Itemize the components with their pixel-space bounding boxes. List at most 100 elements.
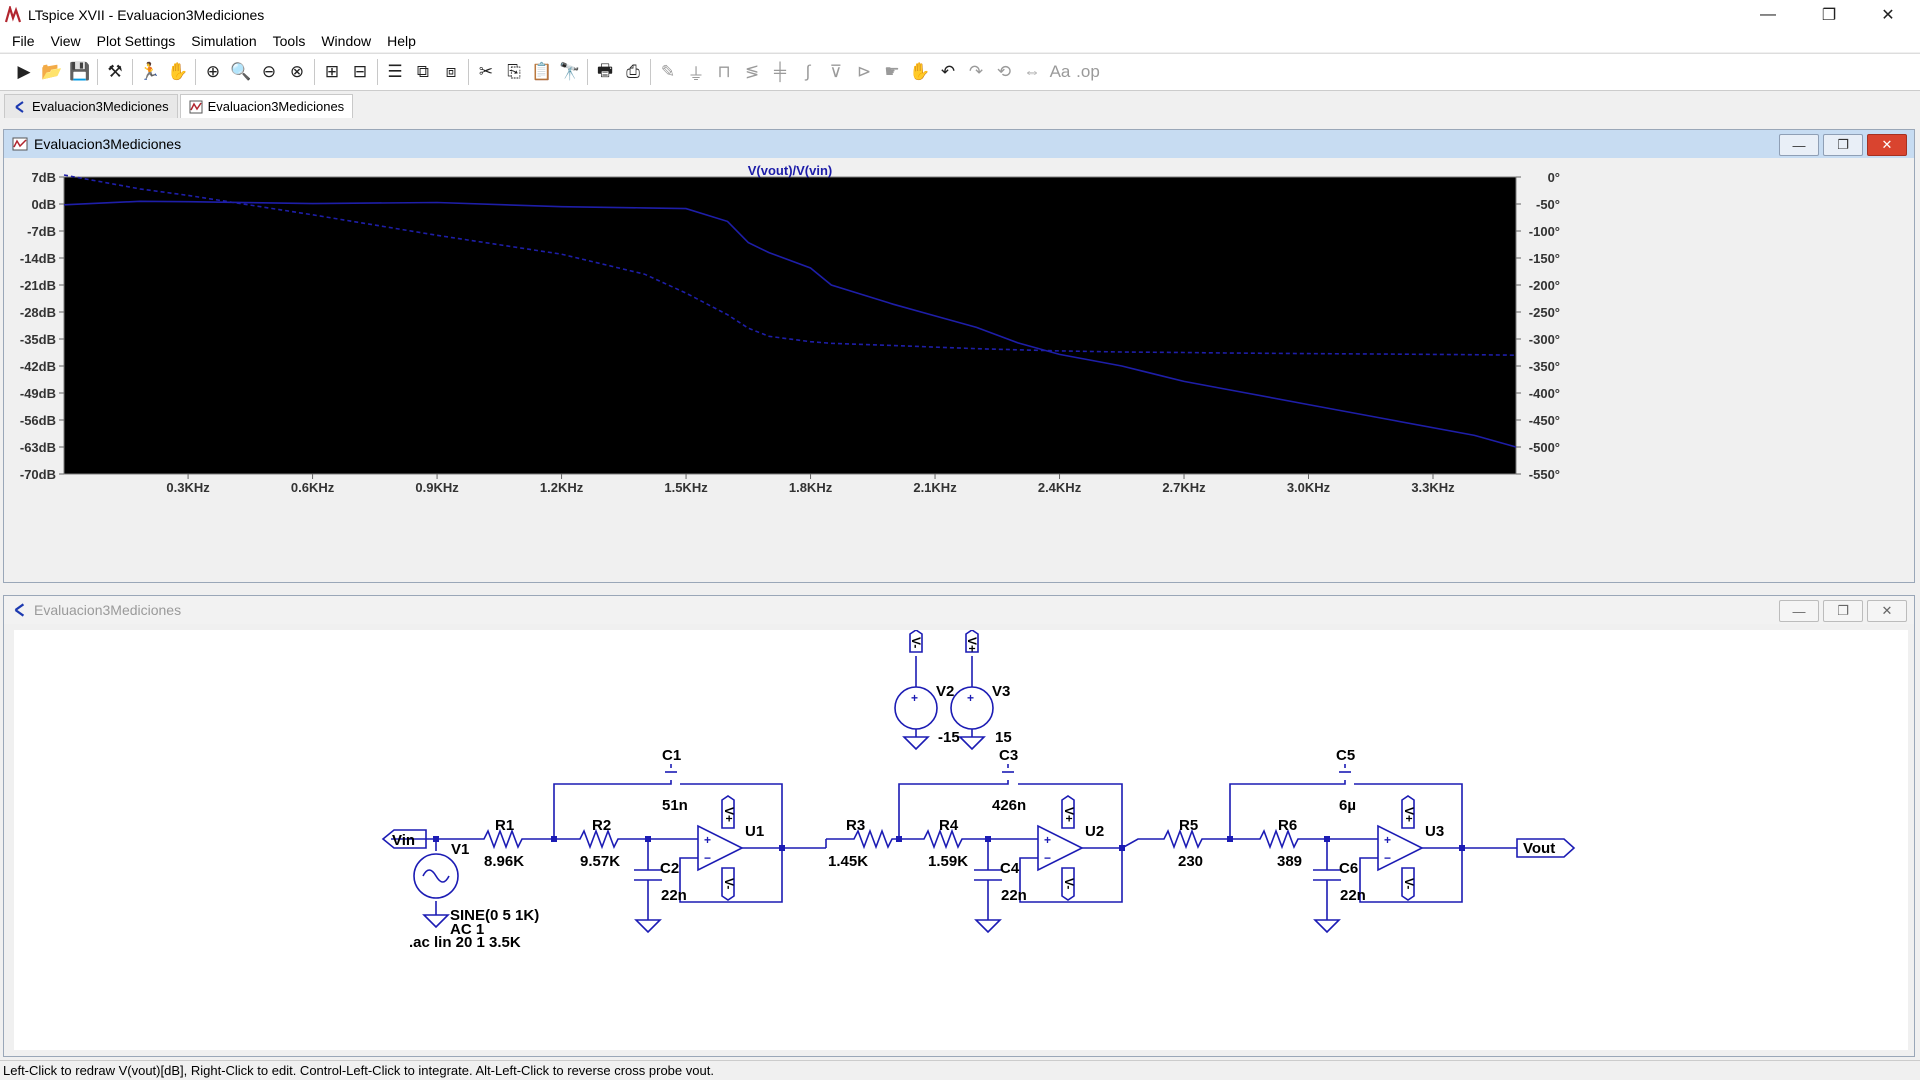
label-vin: Vin bbox=[392, 832, 415, 849]
y-left-tick-label: 7dB bbox=[31, 170, 56, 185]
halt-icon[interactable]: ✋ bbox=[164, 58, 192, 86]
y-right-tick-label: -450° bbox=[1529, 413, 1560, 428]
u2-vminus-label: V- bbox=[1062, 878, 1076, 889]
minimize-button[interactable]: — bbox=[1745, 0, 1791, 30]
plot-restore-button[interactable]: ❐ bbox=[1823, 134, 1863, 156]
rotate-icon[interactable]: ⟲ bbox=[990, 58, 1018, 86]
r3-value: 1.45K bbox=[828, 853, 868, 870]
r2-value: 9.57K bbox=[580, 853, 620, 870]
schematic-close-button[interactable]: ✕ bbox=[1867, 600, 1907, 622]
y-right-tick-label: -550° bbox=[1529, 467, 1560, 482]
r6-name: R6 bbox=[1278, 817, 1297, 834]
r3-name: R3 bbox=[846, 817, 865, 834]
bode-plot[interactable]: 0.3KHz 0.6KHz 0.9KHz 1.2KHz 1.5KHz 1.8KHz 2.1K… bbox=[8, 162, 1910, 580]
save-icon[interactable]: 💾 bbox=[66, 58, 94, 86]
run-icon[interactable]: 🏃 bbox=[136, 58, 164, 86]
tile-vertical-icon[interactable]: ⧈ bbox=[437, 58, 465, 86]
toolbar: ▶ 📂 💾 ⚒ 🏃 ✋ ⊕ 🔍 ⊖ ⊗ ⊞ ⊟ ☰ ⧉ ⧈ ✂ ⎘ 📋 🔭 🖶 … bbox=[0, 53, 1920, 91]
zoom-in-icon[interactable]: ⊕ bbox=[199, 58, 227, 86]
y-left-tick-label: -35dB bbox=[20, 332, 56, 347]
y-left-tick-label: -14dB bbox=[20, 251, 56, 266]
open-folder-icon[interactable]: 📂 bbox=[38, 58, 66, 86]
y-right-tick-label: 0° bbox=[1548, 170, 1560, 185]
print-icon[interactable]: 🖶 bbox=[591, 58, 619, 86]
zoom-out-icon[interactable]: ⊖ bbox=[255, 58, 283, 86]
r2-name: R2 bbox=[592, 817, 611, 834]
waveform-icon bbox=[189, 100, 203, 113]
menu-window[interactable]: Window bbox=[313, 33, 379, 49]
move-icon[interactable]: ☛ bbox=[878, 58, 906, 86]
wire-icon[interactable]: ✎ bbox=[654, 58, 682, 86]
component-icon[interactable]: ⊳ bbox=[850, 58, 878, 86]
plot-minimize-button[interactable]: — bbox=[1779, 134, 1819, 156]
y-right-tick-label: -400° bbox=[1529, 386, 1560, 401]
capacitor-icon[interactable]: ╪ bbox=[766, 58, 794, 86]
restore-button[interactable]: ❐ bbox=[1806, 0, 1852, 30]
schematic-restore-button[interactable]: ❐ bbox=[1823, 600, 1863, 622]
menu-help[interactable]: Help bbox=[379, 33, 424, 49]
zoom-pan-icon[interactable]: 🔍 bbox=[227, 58, 255, 86]
c2-value: 22n bbox=[661, 887, 687, 904]
cascade-icon[interactable]: ⧉ bbox=[409, 58, 437, 86]
redo-icon[interactable]: ↷ bbox=[962, 58, 990, 86]
tab-waveform[interactable]: Evaluacion3Mediciones bbox=[179, 94, 354, 118]
undo-icon[interactable]: ↶ bbox=[934, 58, 962, 86]
control-panel-icon[interactable]: ⚒ bbox=[101, 58, 129, 86]
resistor-icon[interactable]: ≶ bbox=[738, 58, 766, 86]
copy-icon[interactable]: ⎘ bbox=[500, 58, 528, 86]
c5-value: 6µ bbox=[1339, 797, 1356, 814]
menu-simulation[interactable]: Simulation bbox=[183, 33, 264, 49]
y-left-tick-label: -63dB bbox=[20, 440, 56, 455]
sine-symbol bbox=[422, 869, 450, 883]
plot-window-titlebar[interactable]: Evaluacion3Mediciones bbox=[4, 130, 1914, 158]
r4-name: R4 bbox=[939, 817, 959, 834]
y-right-tick-label: -250° bbox=[1529, 305, 1560, 320]
mirror-icon[interactable]: ⇔ bbox=[1018, 58, 1046, 86]
c1-value: 51n bbox=[662, 797, 688, 814]
tab-schematic[interactable]: Evaluacion3Mediciones bbox=[4, 94, 178, 118]
diode-icon[interactable]: ⊽ bbox=[822, 58, 850, 86]
drag-icon[interactable]: ✋ bbox=[906, 58, 934, 86]
zoom-fit-icon[interactable]: ⊗ bbox=[283, 58, 311, 86]
v3-value: 15 bbox=[995, 729, 1012, 746]
menu-plot-settings[interactable]: Plot Settings bbox=[89, 33, 184, 49]
inductor-icon[interactable]: ∫ bbox=[794, 58, 822, 86]
ltspice-app-icon bbox=[4, 6, 22, 23]
text-icon[interactable]: Aa bbox=[1046, 58, 1074, 86]
v1-name: V1 bbox=[451, 841, 469, 858]
cut-icon[interactable]: ✂ bbox=[472, 58, 500, 86]
c4-value: 22n bbox=[1001, 887, 1027, 904]
plot-close-button[interactable]: ✕ bbox=[1867, 134, 1907, 156]
schematic-minimize-button[interactable]: — bbox=[1779, 600, 1819, 622]
ac-directive[interactable]: .ac lin 20 1 3.5K bbox=[409, 934, 521, 951]
x-tick-label: 2.7KHz bbox=[1162, 480, 1206, 495]
label-net-icon[interactable]: ⊓ bbox=[710, 58, 738, 86]
x-tick-label: 1.5KHz bbox=[664, 480, 708, 495]
schematic-window-titlebar[interactable]: Evaluacion3Mediciones bbox=[4, 596, 1914, 624]
tile-horizontal-icon[interactable]: ☰ bbox=[381, 58, 409, 86]
schematic-window: Evaluacion3Mediciones — ❐ ✕ Vin Vout V1 … bbox=[3, 595, 1915, 1057]
u2-noninv-sign: + bbox=[1044, 833, 1051, 847]
find-icon[interactable]: 🔭 bbox=[556, 58, 584, 86]
menu-tools[interactable]: Tools bbox=[265, 33, 314, 49]
schematic-canvas[interactable]: Vin Vout V1 SINE(0 5 1K) AC 1 .ac lin 20… bbox=[14, 630, 1908, 1050]
autorange-icon[interactable]: ⊞ bbox=[318, 58, 346, 86]
plot-trace-title: V(vout)/V(vin) bbox=[748, 163, 833, 178]
plot-window-title: Evaluacion3Mediciones bbox=[34, 136, 182, 152]
plot-settings-icon[interactable]: ⊟ bbox=[346, 58, 374, 86]
u3-vminus-label: V- bbox=[1402, 878, 1416, 889]
toolbar-divider bbox=[650, 59, 651, 85]
c2-name: C2 bbox=[660, 860, 679, 877]
new-schematic-icon[interactable]: ▶ bbox=[10, 58, 38, 86]
spice-directive-icon[interactable]: .op bbox=[1074, 58, 1102, 86]
u3-noninv-sign: + bbox=[1384, 833, 1391, 847]
ground-icon[interactable]: ⏚ bbox=[682, 58, 710, 86]
paste-icon[interactable]: 📋 bbox=[528, 58, 556, 86]
close-button[interactable]: ✕ bbox=[1865, 0, 1911, 30]
menu-view[interactable]: View bbox=[43, 33, 89, 49]
u2-inv-sign: − bbox=[1044, 851, 1051, 865]
print-preview-icon[interactable]: ⎙ bbox=[619, 58, 647, 86]
tab-label: Evaluacion3Mediciones bbox=[32, 99, 169, 114]
menu-file[interactable]: File bbox=[4, 33, 43, 49]
c6-value: 22n bbox=[1340, 887, 1366, 904]
